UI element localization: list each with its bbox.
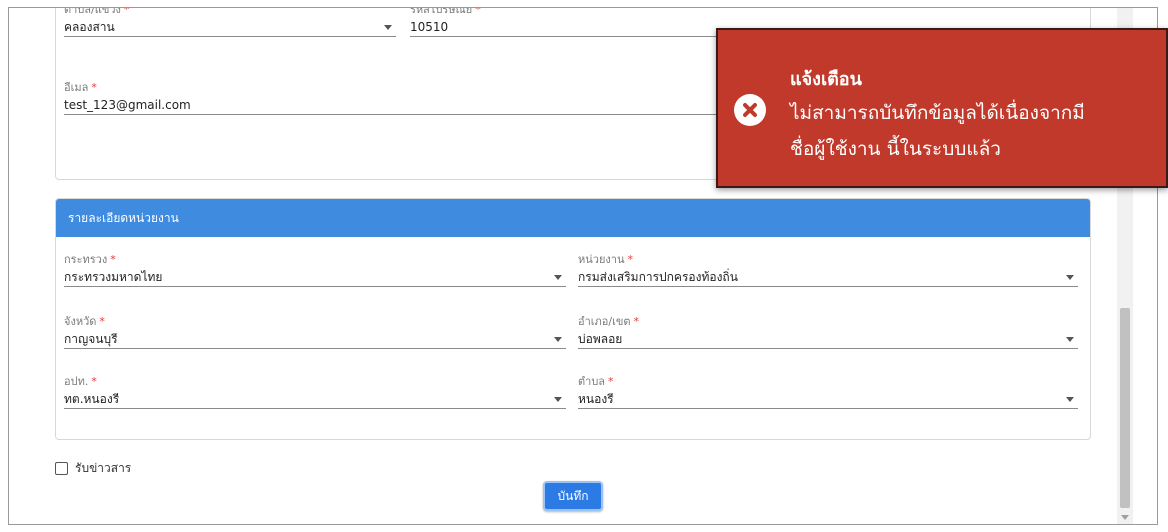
toast-title: แจ้งเตือน	[790, 69, 862, 90]
caret-down-icon[interactable]	[554, 397, 562, 402]
newsletter-label: รับข่าวสาร	[75, 460, 132, 475]
district-label: อำเภอ/เขต	[578, 315, 631, 328]
error-circle-x-icon	[734, 94, 766, 126]
province-value: กาญจนบุรี	[64, 332, 118, 346]
postal-code-input[interactable]: 10510	[410, 17, 740, 37]
required-mark: *	[633, 315, 640, 328]
email-field[interactable]: อีเมล * test_123@gmail.com	[64, 81, 744, 115]
required-mark: *	[91, 81, 97, 94]
local-admin-value: ทต.หนองรี	[64, 392, 120, 406]
scroll-down-arrow-icon[interactable]	[1121, 515, 1129, 520]
required-mark: *	[123, 7, 130, 16]
agency-label: หน่วยงาน	[578, 253, 625, 266]
caret-down-icon[interactable]	[1066, 337, 1074, 342]
caret-down-icon[interactable]	[1066, 275, 1074, 280]
tambon-select[interactable]: ตำบล * หนองรี	[578, 375, 1078, 409]
subdistrict-select[interactable]: ตำบล/แขวง * คลองสาน	[64, 7, 396, 37]
toast-message-line2: ชื่อผู้ใช้งาน นี้ในระบบแล้ว	[790, 138, 1001, 160]
local-admin-select[interactable]: อปท. * ทต.หนองรี	[64, 375, 566, 409]
postal-code-label: รหัสไปรษณีย์	[410, 7, 473, 16]
required-mark: *	[99, 315, 105, 328]
province-label: จังหวัด	[64, 315, 97, 328]
required-mark: *	[110, 253, 116, 266]
required-mark: *	[608, 375, 614, 388]
required-mark: *	[475, 7, 481, 16]
newsletter-option[interactable]: รับข่าวสาร	[55, 459, 131, 477]
district-value: บ่อพลอย	[578, 332, 623, 346]
tambon-value: หนองรี	[578, 392, 614, 406]
email-input[interactable]: test_123@gmail.com	[64, 95, 744, 115]
subdistrict-value: คลองสาน	[64, 20, 115, 34]
local-admin-label: อปท.	[64, 375, 89, 388]
province-select[interactable]: จังหวัด * กาญจนบุรี	[64, 315, 566, 349]
agency-select[interactable]: หน่วยงาน * กรมส่งเสริมการปกครองท้องถิ่น	[578, 253, 1078, 287]
postal-code-field[interactable]: รหัสไปรษณีย์ * 10510	[410, 7, 740, 37]
ministry-label: กระทรวง	[64, 253, 108, 266]
required-mark: *	[627, 253, 633, 266]
caret-down-icon[interactable]	[384, 25, 392, 30]
caret-down-icon[interactable]	[554, 337, 562, 342]
subdistrict-label: ตำบล/แขวง	[64, 7, 121, 16]
save-button[interactable]: บันทึก	[543, 481, 603, 511]
email-label: อีเมล	[64, 81, 89, 94]
ministry-value: กระทรวงมหาดไทย	[64, 270, 163, 284]
caret-down-icon[interactable]	[1066, 397, 1074, 402]
caret-down-icon[interactable]	[554, 275, 562, 280]
newsletter-checkbox[interactable]	[55, 461, 68, 475]
required-mark: *	[91, 375, 97, 388]
error-toast[interactable]: แจ้งเตือน ไม่สามารถบันทึกข้อมูลได้เนื่อง…	[716, 28, 1168, 188]
district-select[interactable]: อำเภอ/เขต * บ่อพลอย	[578, 315, 1078, 349]
agency-value: กรมส่งเสริมการปกครองท้องถิ่น	[578, 270, 738, 284]
scrollbar-thumb[interactable]	[1120, 308, 1130, 508]
section-title: รายละเอียดหน่วยงาน	[56, 199, 1090, 237]
organization-card: รายละเอียดหน่วยงาน กระทรวง * กระทรวงมหาดไ…	[55, 198, 1091, 440]
toast-message-line1: ไม่สามารถบันทึกข้อมูลได้เนื่องจากมี	[790, 102, 1085, 124]
ministry-select[interactable]: กระทรวง * กระทรวงมหาดไทย	[64, 253, 566, 287]
tambon-label: ตำบล	[578, 375, 606, 388]
